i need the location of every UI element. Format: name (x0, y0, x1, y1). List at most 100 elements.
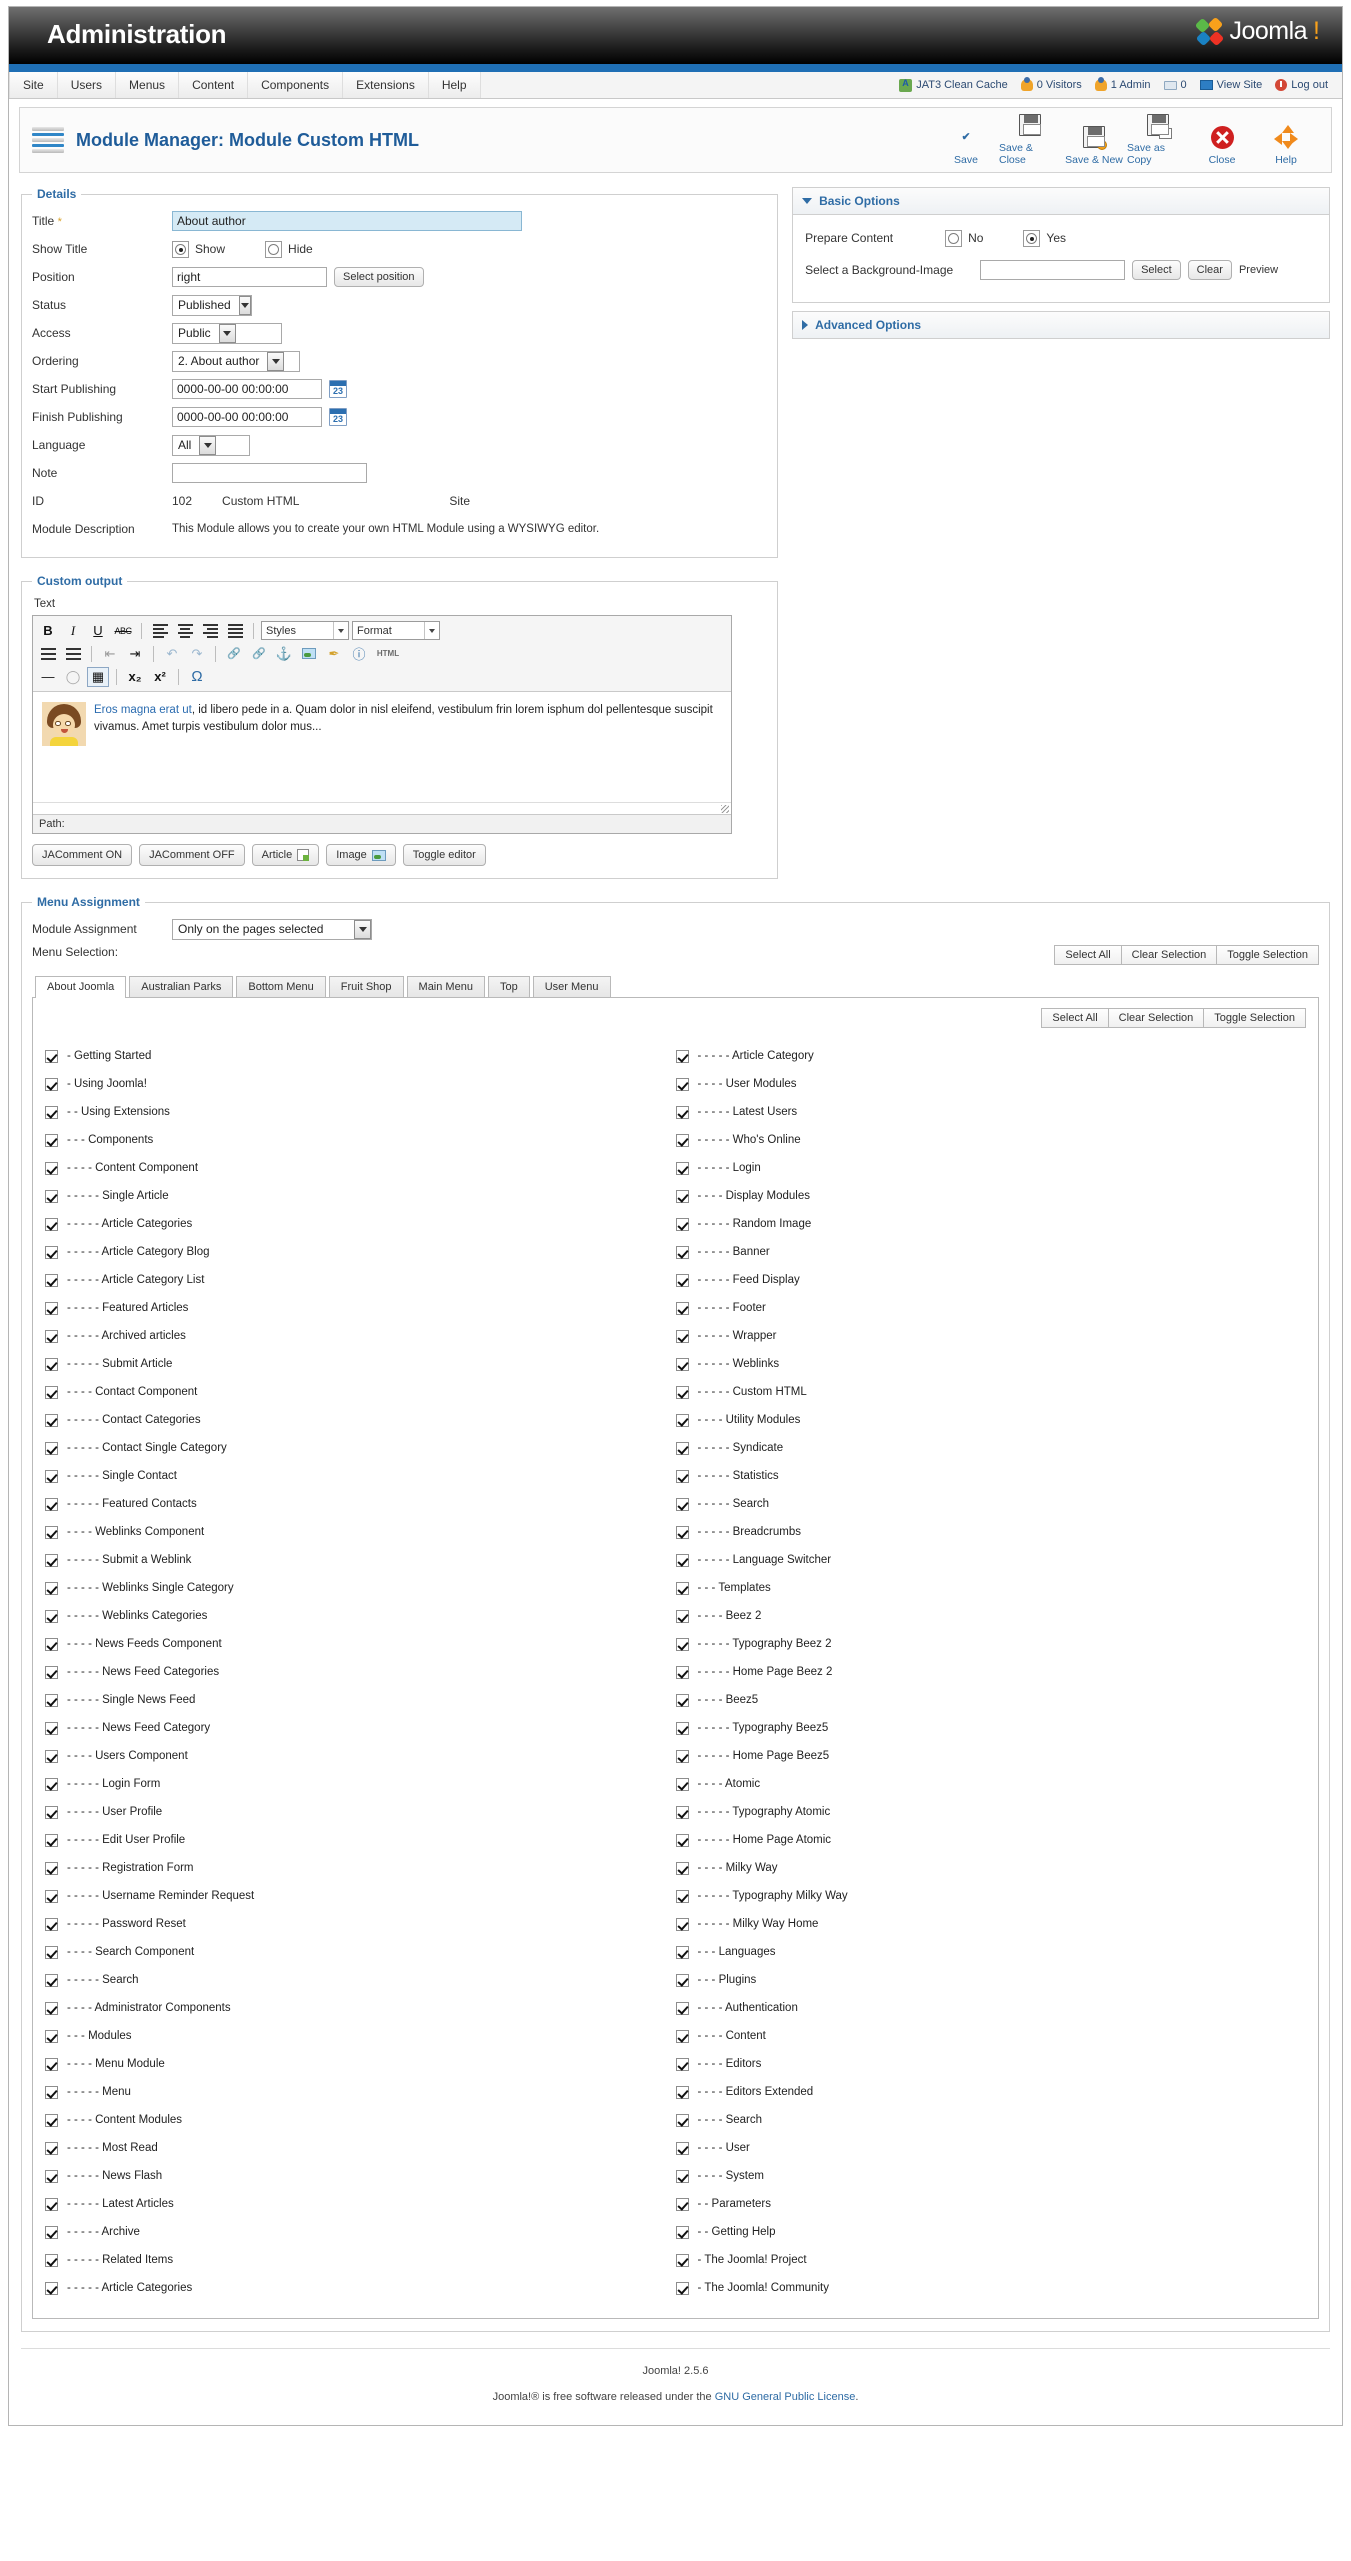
checkbox-checked-icon[interactable] (45, 1861, 58, 1875)
menu-item-checkbox-row[interactable]: - - - - - Single News Feed (45, 1686, 676, 1714)
menu-item-checkbox-row[interactable]: - - - - - Archive (45, 2218, 676, 2246)
panel-toggle-selection-button[interactable]: Toggle Selection (1203, 1008, 1306, 1028)
title-input[interactable] (172, 211, 522, 231)
checkbox-checked-icon[interactable] (45, 1329, 58, 1343)
checkbox-checked-icon[interactable] (675, 1273, 689, 1287)
advanced-options-header[interactable]: Advanced Options (792, 311, 1330, 339)
checkbox-checked-icon[interactable] (45, 2057, 58, 2071)
menu-item-checkbox-row[interactable]: - - - Languages (675, 1938, 1307, 1966)
tab-top[interactable]: Top (487, 976, 530, 997)
checkbox-checked-icon[interactable] (45, 1609, 58, 1623)
show-title-option-hide[interactable]: Hide (265, 240, 313, 258)
menu-item-checkbox-row[interactable]: - - - - - Typography Beez5 (675, 1714, 1307, 1742)
menu-item-checkbox-row[interactable]: - The Joomla! Project (675, 2246, 1307, 2274)
help-button[interactable]: Help (1255, 124, 1317, 169)
menu-item-menus[interactable]: Menus (116, 72, 180, 98)
article-button[interactable]: Article (251, 844, 320, 866)
checkbox-checked-icon[interactable] (45, 1161, 58, 1175)
horizontal-rule-icon[interactable]: — (37, 667, 59, 687)
checkbox-checked-icon[interactable] (675, 1721, 689, 1735)
checkbox-checked-icon[interactable] (675, 1553, 689, 1567)
checkbox-checked-icon[interactable] (45, 1637, 58, 1651)
checkbox-checked-icon[interactable] (45, 1357, 58, 1371)
checkbox-checked-icon[interactable] (675, 1189, 689, 1203)
menu-item-checkbox-row[interactable]: - - - - Editors (675, 2050, 1307, 2078)
menu-item-checkbox-row[interactable]: - - - - - Article Categories (45, 2274, 676, 2302)
menu-item-checkbox-row[interactable]: - - - Components (45, 1126, 676, 1154)
menu-item-checkbox-row[interactable]: - - - - - Statistics (675, 1462, 1307, 1490)
status-visitors[interactable]: 0 Visitors (1020, 77, 1082, 91)
align-left-icon[interactable] (149, 621, 171, 641)
menu-item-checkbox-row[interactable]: - - - - - Breadcrumbs (675, 1518, 1307, 1546)
module-assignment-select[interactable]: Only on the pages selected (172, 918, 372, 940)
checkbox-checked-icon[interactable] (45, 1469, 58, 1483)
checkbox-checked-icon[interactable] (675, 1217, 689, 1231)
select-position-button[interactable]: Select position (334, 267, 424, 287)
menu-item-checkbox-row[interactable]: - - - - - Registration Form (45, 1854, 676, 1882)
panel-clear-selection-button[interactable]: Clear Selection (1107, 1008, 1205, 1028)
checkbox-checked-icon[interactable] (675, 2113, 689, 2127)
prepare-content-option-yes[interactable]: Yes (1023, 229, 1066, 247)
menu-item-checkbox-row[interactable]: - - - - - Search (675, 1490, 1307, 1518)
superscript-icon[interactable]: x² (149, 667, 171, 687)
menu-item-checkbox-row[interactable]: - - Parameters (675, 2190, 1307, 2218)
menu-item-checkbox-row[interactable]: - - - - - Typography Atomic (675, 1798, 1307, 1826)
cleanup-icon[interactable]: ✒ (323, 644, 345, 664)
redo-icon[interactable]: ↷ (186, 644, 208, 664)
basic-options-header[interactable]: Basic Options (792, 187, 1330, 215)
help-circle-icon[interactable]: ⓘ (348, 644, 370, 664)
unlink-icon[interactable]: 🔗 (248, 644, 270, 664)
menu-item-checkbox-row[interactable]: - - - - - Home Page Beez5 (675, 1742, 1307, 1770)
bullet-list-icon[interactable] (37, 644, 59, 664)
checkbox-checked-icon[interactable] (45, 1077, 58, 1091)
checkbox-checked-icon[interactable] (675, 1357, 689, 1371)
checkbox-checked-icon[interactable] (45, 2169, 58, 2183)
menu-item-checkbox-row[interactable]: - - - - - News Feed Categories (45, 1658, 676, 1686)
menu-item-checkbox-row[interactable]: - - - - Content (675, 2022, 1307, 2050)
menu-item-checkbox-row[interactable]: - - - - - Syndicate (675, 1434, 1307, 1462)
menu-item-checkbox-row[interactable]: - - - - - Most Read (45, 2134, 676, 2162)
menu-item-checkbox-row[interactable]: - - Using Extensions (45, 1098, 676, 1126)
menu-item-checkbox-row[interactable]: - - - - Editors Extended (675, 2078, 1307, 2106)
checkbox-checked-icon[interactable] (675, 1413, 689, 1427)
save-copy-button[interactable]: Save as Copy (1127, 112, 1189, 169)
show-title-option-show[interactable]: Show (172, 240, 225, 258)
table-icon[interactable]: ▦ (87, 666, 109, 687)
eraser-icon[interactable]: ◯ (62, 667, 84, 687)
format-select[interactable]: Format (352, 621, 440, 640)
menu-item-site[interactable]: Site (9, 72, 58, 98)
checkbox-checked-icon[interactable] (45, 1301, 58, 1315)
menu-item-checkbox-row[interactable]: - - - - User Modules (675, 1070, 1307, 1098)
menu-item-checkbox-row[interactable]: - - - - - Banner (675, 1238, 1307, 1266)
status-clean-cache[interactable]: JAT3 Clean Cache (899, 78, 1008, 92)
styles-select[interactable]: Styles (261, 621, 349, 640)
checkbox-checked-icon[interactable] (675, 1133, 689, 1147)
checkbox-checked-icon[interactable] (675, 1973, 689, 1987)
indent-icon[interactable]: ⇥ (124, 644, 146, 664)
menu-item-checkbox-row[interactable]: - - - - - Custom HTML (675, 1378, 1307, 1406)
checkbox-checked-icon[interactable] (45, 1721, 58, 1735)
tab-main-menu[interactable]: Main Menu (406, 976, 485, 997)
menu-item-checkbox-row[interactable]: - - - - - News Feed Category (45, 1714, 676, 1742)
checkbox-checked-icon[interactable] (45, 1441, 58, 1455)
menu-item-checkbox-row[interactable]: - - - - - Featured Contacts (45, 1490, 676, 1518)
menu-item-checkbox-row[interactable]: - - - - - Language Switcher (675, 1546, 1307, 1574)
menu-item-checkbox-row[interactable]: - - Getting Help (675, 2218, 1307, 2246)
jacomment-on-button[interactable]: JAComment ON (32, 844, 133, 866)
checkbox-checked-icon[interactable] (45, 2029, 58, 2043)
checkbox-checked-icon[interactable] (675, 1497, 689, 1511)
menu-item-checkbox-row[interactable]: - - - - System (675, 2162, 1307, 2190)
checkbox-checked-icon[interactable] (675, 1105, 689, 1119)
tab-user-menu[interactable]: User Menu (532, 976, 611, 997)
checkbox-checked-icon[interactable] (675, 1693, 689, 1707)
toggle-editor-button[interactable]: Toggle editor (402, 844, 486, 866)
menu-item-checkbox-row[interactable]: - - - - - User Profile (45, 1798, 676, 1826)
menu-item-checkbox-row[interactable]: - Using Joomla! (45, 1070, 676, 1098)
checkbox-checked-icon[interactable] (45, 2141, 58, 2155)
checkbox-checked-icon[interactable] (675, 1077, 689, 1091)
menu-item-checkbox-row[interactable]: - - - - - Weblinks Categories (45, 1602, 676, 1630)
italic-icon[interactable]: I (62, 621, 84, 641)
checkbox-checked-icon[interactable] (675, 1917, 689, 1931)
menu-item-checkbox-row[interactable]: - - - - - Random Image (675, 1210, 1307, 1238)
tab-australian-parks[interactable]: Australian Parks (129, 976, 234, 997)
